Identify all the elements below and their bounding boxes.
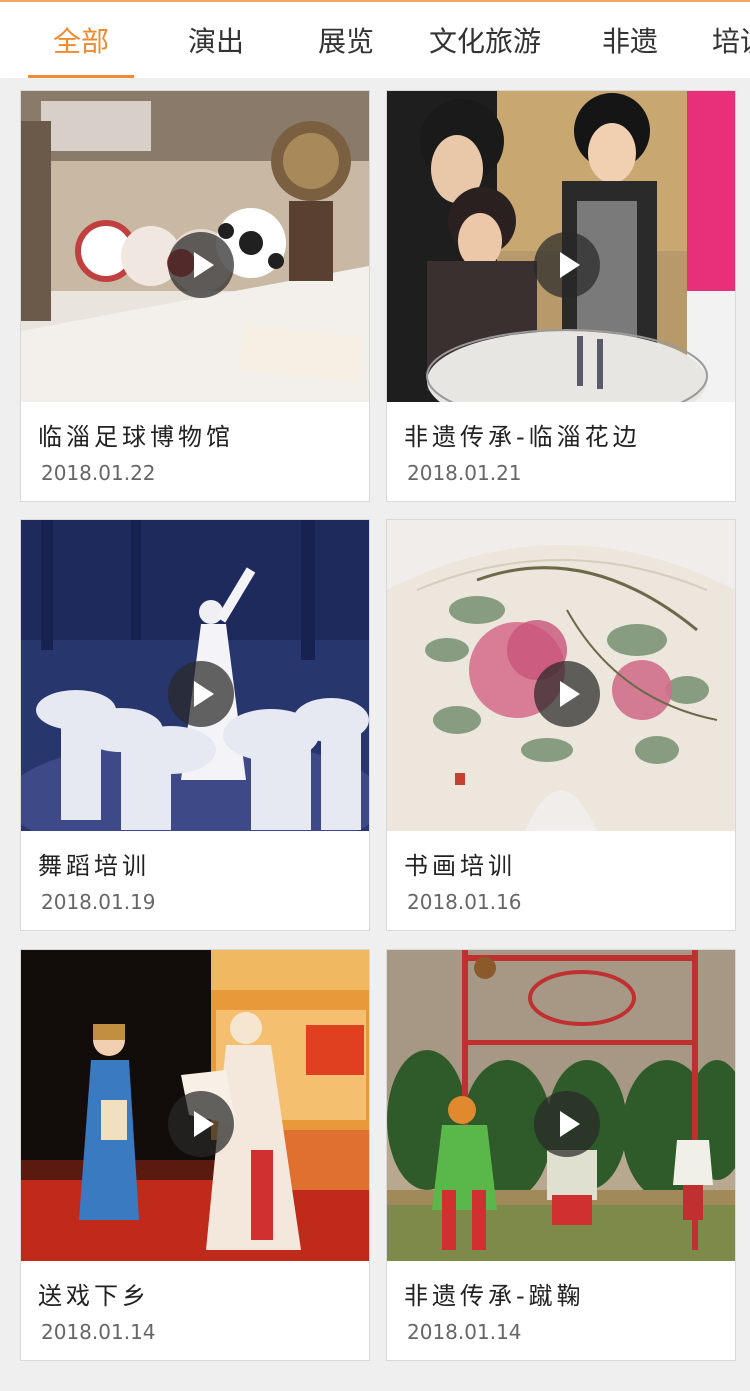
play-icon[interactable] (168, 661, 234, 727)
category-tab-bar: 全部 演出 展览 文化旅游 非遗 培训 (0, 0, 750, 78)
video-card[interactable]: 舞蹈培训 2018.01.19 (20, 519, 370, 931)
card-title: 书画培训 (404, 852, 516, 880)
card-title: 送戏下乡 (38, 1282, 150, 1310)
tab-culture-travel[interactable]: 文化旅游 (420, 2, 550, 78)
tab-heritage[interactable]: 非遗 (578, 2, 682, 78)
card-title: 非遗传承-临淄花边 (404, 423, 641, 451)
card-title: 舞蹈培训 (38, 852, 150, 880)
video-card[interactable]: 非遗传承-蹴鞠 2018.01.14 (386, 949, 736, 1361)
tab-all[interactable]: 全部 (28, 2, 134, 78)
card-title: 非遗传承-蹴鞠 (404, 1282, 585, 1310)
card-date: 2018.01.16 (407, 890, 522, 914)
tab-performance[interactable]: 演出 (164, 2, 268, 78)
play-icon[interactable] (534, 661, 600, 727)
tab-training[interactable]: 培训 (704, 2, 750, 78)
card-date: 2018.01.21 (407, 461, 522, 485)
tab-exhibition[interactable]: 展览 (294, 2, 398, 78)
card-date: 2018.01.14 (41, 1320, 156, 1344)
card-title: 临淄足球博物馆 (38, 423, 234, 451)
play-icon[interactable] (168, 232, 234, 298)
video-card[interactable]: 临淄足球博物馆 2018.01.22 (20, 90, 370, 502)
play-icon[interactable] (168, 1091, 234, 1157)
video-card[interactable]: 书画培训 2018.01.16 (386, 519, 736, 931)
card-date: 2018.01.22 (41, 461, 156, 485)
video-card[interactable]: 送戏下乡 2018.01.14 (20, 949, 370, 1361)
play-icon[interactable] (534, 1091, 600, 1157)
play-icon[interactable] (534, 232, 600, 298)
card-date: 2018.01.19 (41, 890, 156, 914)
active-tab-indicator (28, 75, 134, 78)
card-date: 2018.01.14 (407, 1320, 522, 1344)
video-card[interactable]: 非遗传承-临淄花边 2018.01.21 (386, 90, 736, 502)
